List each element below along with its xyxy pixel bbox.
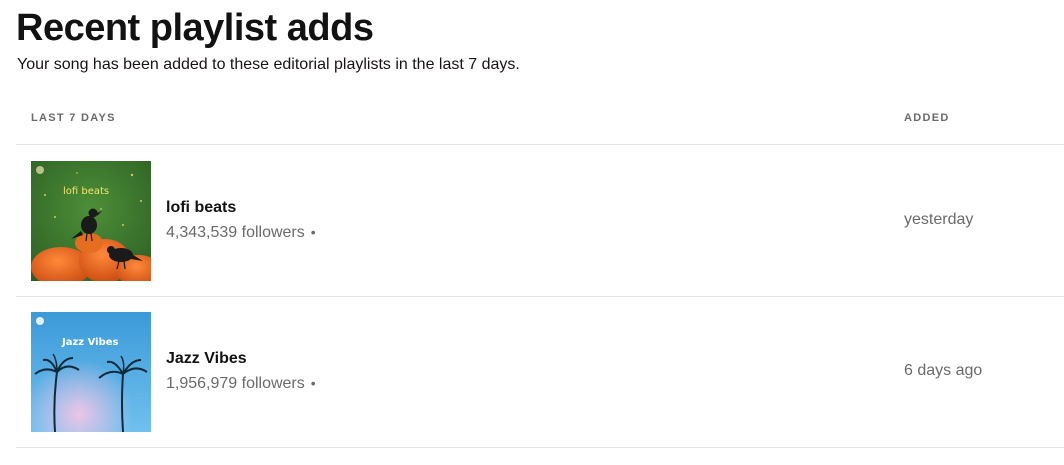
- recent-playlist-adds-page: Recent playlist adds Your song has been …: [0, 0, 1064, 465]
- added-date: yesterday: [904, 211, 974, 228]
- added-date: 6 days ago: [904, 362, 983, 379]
- column-header-last-7-days[interactable]: LAST 7 DAYS: [31, 112, 116, 124]
- playlist-cover-jazz-vibes[interactable]: Jazz Vibes: [31, 312, 151, 432]
- page-title: Recent playlist adds: [16, 7, 374, 49]
- separator-dot: •: [310, 224, 316, 240]
- playlist-row[interactable]: lofi beats lofi beats 4,343,539 follower…: [16, 145, 1064, 297]
- playlist-name[interactable]: lofi beats: [166, 198, 236, 218]
- column-header-added[interactable]: ADDED: [904, 112, 950, 124]
- cover-title-text: Jazz Vibes: [61, 337, 119, 348]
- followers-count: 1,956,979 followers: [166, 375, 305, 392]
- jazz-cover-art: Jazz Vibes: [31, 312, 151, 432]
- playlist-followers: 4,343,539 followers •: [166, 222, 316, 243]
- spotify-logo-icon: [36, 166, 44, 174]
- lofi-cover-art: lofi beats: [31, 161, 151, 281]
- playlist-followers: 1,956,979 followers •: [166, 373, 316, 394]
- spotify-logo-icon: [36, 317, 44, 325]
- cover-title-text: lofi beats: [63, 186, 109, 197]
- table-header: LAST 7 DAYS ADDED: [16, 100, 1064, 145]
- playlist-row[interactable]: Jazz Vibes Jazz Vibes 1,956,979 follower…: [16, 296, 1064, 448]
- followers-count: 4,343,539 followers: [166, 224, 305, 241]
- playlist-name[interactable]: Jazz Vibes: [166, 349, 247, 369]
- page-subtitle: Your song has been added to these editor…: [17, 56, 520, 73]
- separator-dot: •: [310, 375, 316, 391]
- playlist-cover-lofi-beats[interactable]: lofi beats: [31, 161, 151, 281]
